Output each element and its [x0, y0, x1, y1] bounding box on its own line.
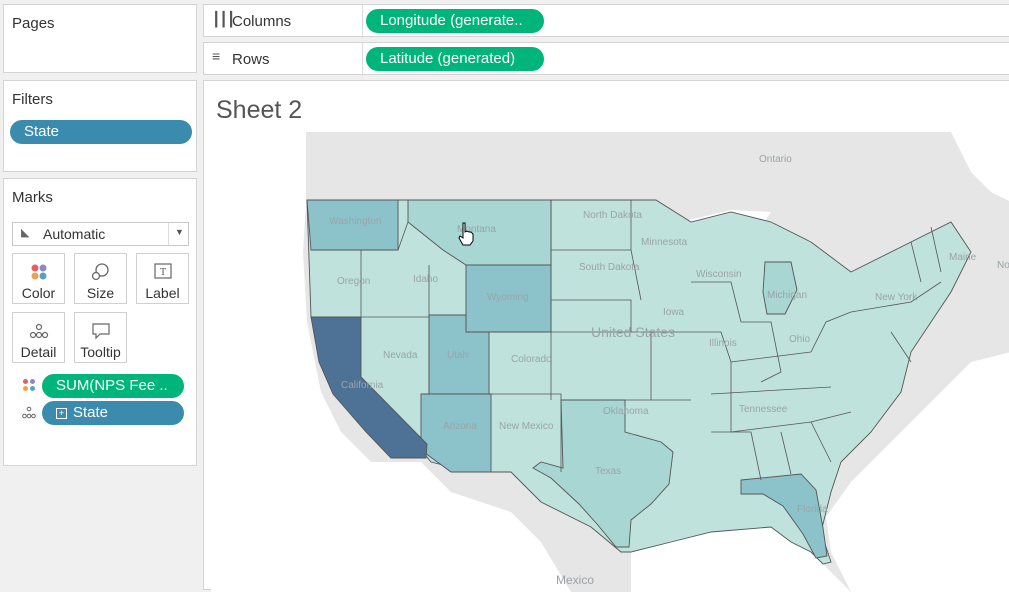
tooltip-button[interactable]: Tooltip — [74, 312, 127, 363]
color-icon — [31, 264, 46, 280]
marks-title: Marks — [12, 189, 53, 206]
label-icon: T — [153, 263, 172, 279]
marks-card: Marks ◣ Automatic ▼ Color Size T Label D… — [3, 178, 197, 466]
pages-title: Pages — [12, 15, 55, 32]
rows-label: Rows — [232, 51, 270, 68]
detail-field-icon — [22, 406, 36, 419]
map-label-north-dakota: North Dakota — [583, 210, 642, 221]
map-label-maine: Maine — [949, 252, 977, 263]
size-label: Size — [86, 285, 115, 301]
map-label-colorado: Colorado — [511, 354, 552, 365]
columns-pill-longitude[interactable]: Longitude (generate.. — [366, 9, 544, 33]
map-label-new-york: New York — [875, 292, 918, 303]
rows-shelf: ≡ Rows Latitude (generated) — [203, 42, 1009, 76]
map-label-no: No — [997, 260, 1009, 271]
map-label-michigan: Michigan — [767, 290, 807, 301]
map-label-wyoming: Wyoming — [487, 292, 529, 303]
map-label-ontario: Ontario — [759, 154, 792, 165]
map-label-minnesota: Minnesota — [641, 237, 688, 248]
map-label-oregon: Oregon — [337, 276, 370, 287]
marks-field-sum-nps[interactable]: SUM(NPS Fee .. — [42, 374, 184, 398]
map-label-mexico: Mexico — [556, 573, 594, 587]
map-label-arizona: Arizona — [443, 421, 477, 432]
map-label-idaho: Idaho — [413, 274, 438, 285]
size-icon — [91, 263, 109, 281]
svg-text:T: T — [159, 267, 165, 278]
map-label-tennessee: Tennessee — [739, 404, 788, 415]
map-label-oklahoma: Oklahoma — [603, 406, 649, 417]
tooltip-label: Tooltip — [80, 344, 121, 360]
filters-title: Filters — [12, 91, 53, 108]
map-label-iowa: Iowa — [663, 307, 685, 318]
map-label-nevada: Nevada — [383, 350, 418, 361]
expand-plus-icon: + — [56, 408, 67, 419]
color-field-icon — [23, 379, 35, 391]
shelf-divider — [362, 43, 363, 76]
map-label-illinois: Illinois — [709, 338, 737, 349]
pages-card[interactable]: Pages — [3, 4, 197, 73]
map-label-utah: Utah — [447, 350, 468, 361]
color-label: Color — [21, 285, 56, 301]
mark-type-dropdown[interactable]: ◣ Automatic ▼ — [12, 222, 189, 246]
map-label-united-states: United States — [591, 324, 675, 340]
label-label: Label — [145, 285, 180, 301]
sheet-title[interactable]: Sheet 2 — [216, 96, 302, 125]
map-label-wisconsin: Wisconsin — [696, 269, 742, 280]
sheet-view: Sheet 2 Ontario Washington Montana North… — [203, 80, 1009, 592]
map-label-washington: Washington — [329, 216, 381, 227]
map-label-new-mexico: New Mexico — [499, 421, 554, 432]
mark-type-label: Automatic — [43, 226, 106, 242]
map-label-ohio: Ohio — [789, 334, 811, 345]
rows-icon: ≡ — [212, 48, 221, 64]
map-mark-icon: ◣ — [21, 227, 30, 239]
filter-pill-state[interactable]: State — [10, 120, 192, 144]
columns-shelf: ┃┃┃ Columns Longitude (generate.. — [203, 4, 1009, 38]
map-label-florida: Florida — [797, 504, 828, 515]
map-label-california: California — [341, 380, 384, 391]
tooltip-icon — [91, 323, 110, 340]
map-view[interactable]: Ontario Washington Montana North Dakota … — [211, 132, 1009, 592]
size-button[interactable]: Size — [74, 253, 127, 304]
shelf-divider — [362, 5, 363, 38]
detail-label: Detail — [20, 344, 57, 360]
rows-pill-latitude[interactable]: Latitude (generated) — [366, 47, 544, 71]
dropdown-separator — [168, 223, 169, 245]
chevron-down-icon: ▼ — [175, 227, 184, 237]
map-label-texas: Texas — [595, 466, 621, 477]
columns-icon: ┃┃┃ — [212, 11, 235, 27]
filters-card[interactable]: Filters State — [3, 80, 197, 172]
marks-field-state-label: State — [73, 404, 109, 421]
color-button[interactable]: Color — [12, 253, 65, 304]
columns-label: Columns — [232, 13, 292, 30]
map-label-south-dakota: South Dakota — [579, 262, 640, 273]
detail-icon — [29, 323, 48, 339]
label-button[interactable]: T Label — [136, 253, 189, 304]
detail-button[interactable]: Detail — [12, 312, 65, 363]
marks-field-state[interactable]: + State — [42, 401, 184, 425]
